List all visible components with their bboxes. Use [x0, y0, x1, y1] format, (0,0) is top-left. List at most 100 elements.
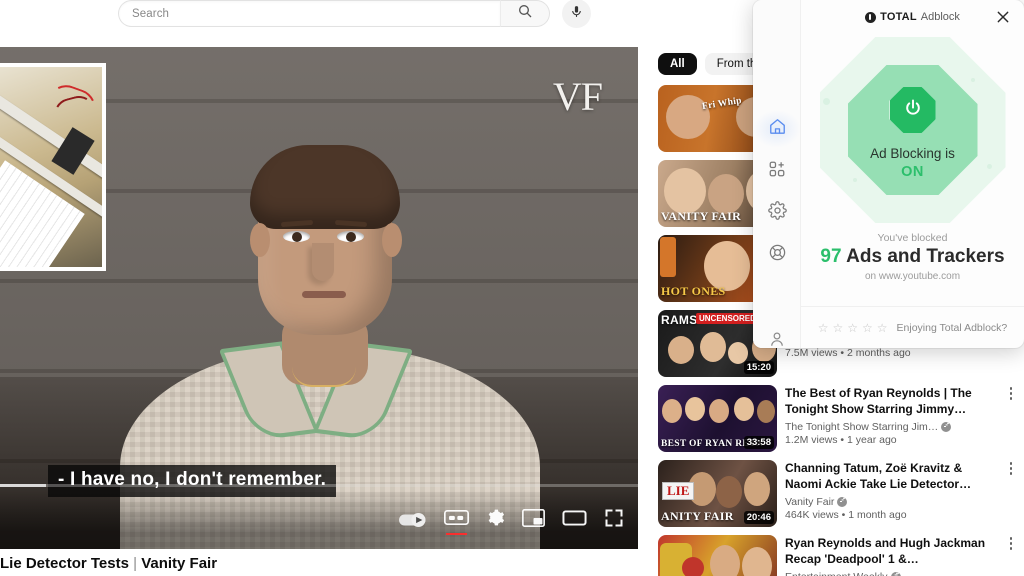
adblock-nav-home[interactable]: [753, 110, 801, 148]
list-item[interactable]: BEST OF RYAN REYN 33:58 The Best of Ryan…: [650, 385, 1024, 460]
blocked-unit: Ads and Trackers: [846, 246, 1005, 267]
adblock-header: TOTAL Adblock: [801, 0, 1024, 34]
thumbnail-art-label: HOT ONES: [661, 284, 726, 298]
verified-badge-icon: [890, 572, 901, 576]
video-options-button[interactable]: [1004, 387, 1018, 400]
adblock-nav-settings[interactable]: [753, 194, 801, 232]
blocked-label: You've blocked: [877, 232, 948, 244]
video-channel-name: Vanity Fair: [785, 496, 835, 508]
blocked-count: 97: [820, 246, 842, 267]
theater-button[interactable]: [562, 509, 587, 532]
subject-pupil-left: [292, 232, 302, 242]
video-meta: Ryan Reynolds and Hugh Jackman Recap 'De…: [785, 535, 1018, 576]
video-channel: The Tonight Show Starring Jim…: [785, 421, 1002, 433]
rating-prompt: Enjoying Total Adblock?: [896, 321, 1008, 334]
video-channel-name: The Tonight Show Starring Jim…: [785, 421, 939, 433]
polygraph-inset: [0, 63, 106, 271]
video-title: Channing Tatum, Zoë Kravitz & Naomi Acki…: [785, 461, 972, 491]
close-panel-button[interactable]: [995, 9, 1011, 25]
cc-active-underline: [446, 532, 467, 535]
progress-bar[interactable]: [0, 484, 638, 487]
gear-icon: [486, 508, 505, 532]
video-thumbnail[interactable]: BEST OF RYAN REYN 33:58: [658, 385, 777, 452]
thumbnail-art-label: ANITY FAIR: [661, 509, 734, 523]
watch-title-separator: |: [133, 555, 138, 572]
subject-nose: [312, 243, 334, 281]
thumbnail-art-label: VANITY FAIR: [661, 209, 742, 223]
cc-icon: [444, 509, 469, 531]
star-3[interactable]: ☆: [847, 322, 858, 334]
brand-name-adblock: Adblock: [920, 11, 960, 23]
autoplay-toggle[interactable]: [399, 512, 427, 528]
total-adblock-panel: TOTAL Adblock Ad Blocking is ON You've b…: [753, 0, 1024, 348]
subject-mouth: [302, 291, 346, 298]
blocked-stats: You've blocked 97 Ads and Trackers on ww…: [801, 232, 1024, 282]
search-input[interactable]: Search: [118, 0, 500, 27]
video-stats: 464K views • 1 month ago: [785, 509, 907, 521]
watch-video-title: Lie Detector Tests | Vanity Fair: [0, 555, 640, 572]
adblock-nav-account[interactable]: [753, 322, 801, 348]
progress-buffered: [0, 484, 46, 487]
vanity-fair-watermark: VF: [552, 74, 603, 119]
verified-badge-icon: [837, 497, 848, 507]
lifebuoy-icon: [768, 243, 787, 267]
video-duration: 15:20: [743, 361, 774, 374]
adblock-nav-rail: [753, 0, 801, 348]
adblock-nav-support[interactable]: [753, 236, 801, 274]
video-stats: 1.2M views • 1 year ago: [785, 434, 897, 446]
search-icon: [517, 3, 533, 24]
ad-blocking-power-button[interactable]: [889, 87, 936, 133]
person-icon: [768, 330, 786, 349]
thumbnail-art-tag: UNCENSORED: [696, 313, 759, 324]
brand-name-total: TOTAL: [880, 11, 917, 23]
theater-icon: [562, 509, 587, 532]
search-button[interactable]: [500, 0, 550, 27]
video-player[interactable]: VF - I have no, I don't remember.: [0, 47, 638, 549]
video-options-button[interactable]: [1004, 537, 1018, 550]
video-duration: 20:46: [743, 511, 774, 524]
video-meta: Channing Tatum, Zoë Kravitz & Naomi Acki…: [785, 460, 1018, 527]
voice-search-button[interactable]: [562, 0, 591, 28]
gear-icon: [767, 201, 787, 225]
miniplayer-icon: [522, 508, 545, 532]
star-5[interactable]: ☆: [877, 322, 888, 334]
list-item[interactable]: LIE ANITY FAIR 20:46 Channing Tatum, Zoë…: [650, 460, 1024, 535]
video-thumbnail[interactable]: [658, 535, 777, 576]
ad-blocking-status: Ad Blocking is ON: [801, 146, 1024, 180]
top-bar: Search: [0, 0, 650, 44]
video-meta: The Best of Ryan Reynolds | The Tonight …: [785, 385, 1018, 452]
blocked-count-line: 97 Ads and Trackers: [801, 246, 1024, 268]
list-item[interactable]: Ryan Reynolds and Hugh Jackman Recap 'De…: [650, 535, 1024, 576]
star-4[interactable]: ☆: [862, 322, 873, 334]
search-bar: Search: [118, 0, 550, 27]
decor-bubble: [971, 78, 975, 82]
thumbnail-art-badge: LIE: [662, 482, 695, 500]
video-options-button[interactable]: [1004, 462, 1018, 475]
subject-ear-left: [250, 223, 270, 257]
fullscreen-icon: [604, 508, 624, 533]
fullscreen-button[interactable]: [604, 508, 624, 533]
status-value: ON: [901, 164, 924, 180]
total-adblock-logo-icon: [865, 11, 877, 23]
chip-all[interactable]: All: [658, 53, 697, 75]
settings-button[interactable]: [486, 508, 505, 532]
star-2[interactable]: ☆: [832, 322, 843, 334]
adblock-body: TOTAL Adblock Ad Blocking is ON You've b…: [801, 0, 1024, 348]
adblock-nav-blockers[interactable]: [753, 152, 801, 190]
subtitles-button[interactable]: [444, 509, 469, 535]
star-1[interactable]: ☆: [818, 322, 829, 334]
video-duration: 33:58: [743, 436, 774, 449]
close-icon: [995, 11, 1011, 29]
video-channel-name: Entertainment Weekly: [785, 571, 888, 576]
miniplayer-button[interactable]: [522, 508, 545, 532]
rating-stars[interactable]: ☆ ☆ ☆ ☆ ☆: [818, 322, 888, 334]
search-placeholder: Search: [132, 7, 170, 20]
subject-hair: [250, 145, 400, 229]
watch-title-text: Lie Detector Tests: [0, 555, 129, 572]
subject-pupil-right: [346, 232, 356, 242]
power-icon: [903, 98, 923, 123]
video-thumbnail[interactable]: LIE ANITY FAIR 20:46: [658, 460, 777, 527]
watch-title-channel: Vanity Fair: [141, 555, 218, 572]
youtube-watch-page: Search VF - I have no, I don't remember.…: [0, 0, 1024, 576]
video-stats: 7.5M views • 2 months ago: [785, 347, 911, 359]
